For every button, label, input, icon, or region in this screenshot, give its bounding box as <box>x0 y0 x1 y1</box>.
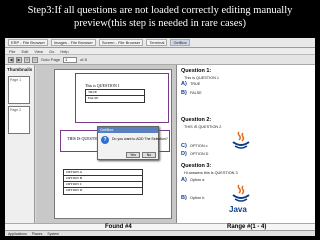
menu-edit[interactable]: Edit <box>21 48 28 54</box>
question-2-heading: Question 2: <box>181 117 212 123</box>
java-logo-icon <box>232 131 250 149</box>
confirm-dialog: GetBox ? Do you want to ADD The Selectio… <box>97 126 168 160</box>
screenshot: ERP - File Browser Images - File Browser… <box>5 38 315 236</box>
option-letter: D) <box>181 151 187 157</box>
question-icon: ? <box>101 136 109 144</box>
option-letter: B) <box>181 90 187 96</box>
task-getbox[interactable]: GetBox <box>170 39 190 46</box>
task-file-browser-erp[interactable]: ERP - File Browser <box>8 39 48 46</box>
option-text: OPTION c <box>190 144 208 148</box>
slide-title: Step3:If all questions are not loaded co… <box>27 5 293 29</box>
thumbnail-page-2[interactable]: Page 2 <box>8 106 30 134</box>
back-icon[interactable]: ◀ <box>8 56 14 63</box>
menu-view[interactable]: View <box>34 48 43 54</box>
task-file-browser-screen[interactable]: Screen - File Browser <box>98 39 144 46</box>
top-taskbar: ERP - File Browser Images - File Browser… <box>5 38 315 48</box>
status-bar: Found #4 Range #(1 - 4) <box>5 223 315 230</box>
option-letter: A) <box>181 81 187 87</box>
thumbnail-label: Page 2 <box>10 108 22 112</box>
option-letter: B) <box>181 195 187 201</box>
zoom-out-icon[interactable]: − <box>32 56 38 63</box>
bottom-taskbar: Applications Places System <box>5 230 315 236</box>
question-3-heading: Question 3: <box>181 163 212 169</box>
menu-file[interactable]: File <box>9 48 15 54</box>
option-text: Option b <box>190 196 205 200</box>
task-file-browser-images[interactable]: Images - File Browser <box>50 39 96 46</box>
doc-table-q1: TRUE FALSE <box>85 89 145 103</box>
places-menu[interactable]: Places <box>32 232 43 236</box>
goto-page-label: Goto Page <box>41 57 61 62</box>
question-3-text: Hi answers this is QUESTION 3 <box>184 171 238 175</box>
menu-help[interactable]: Help <box>60 48 68 54</box>
system-menu[interactable]: System <box>47 232 59 236</box>
page-input[interactable]: 1 <box>63 56 78 63</box>
doc-row: FALSE <box>88 96 99 100</box>
dialog-yes-button[interactable]: Yes <box>126 152 140 158</box>
doc-row: OPTION D <box>66 188 83 192</box>
preview-panel: Question 1: This is QUESTION 1 A) TRUE B… <box>176 65 315 223</box>
question-2-text: THIS IS QUESTION 2 <box>184 125 222 129</box>
doc-table-q3: OPTION A OPTION B OPTION C OPTION D <box>63 169 143 195</box>
doc-question-1: This is QUESTION 1 <box>85 83 120 88</box>
option-letter: A) <box>181 177 187 183</box>
sidebar-title: Thumbnails <box>7 67 33 72</box>
task-terminal[interactable]: Terminal <box>146 39 168 46</box>
dialog-no-button[interactable]: No <box>142 152 156 158</box>
dialog-message: Do you want to ADD The Selection? <box>112 137 168 141</box>
applications-menu[interactable]: Applications <box>8 232 27 236</box>
option-text: OPTION D <box>190 152 209 156</box>
option-text: FALSE <box>190 91 202 95</box>
thumbnail-sidebar: Thumbnails Page 1 Page 2 <box>5 65 35 223</box>
option-letter: C) <box>181 143 187 149</box>
java-logo-icon <box>232 184 250 202</box>
option-text: TRUE <box>190 82 201 86</box>
java-label: Java <box>229 205 247 214</box>
thumbnail-label: Page 1 <box>10 78 22 82</box>
forward-icon[interactable]: ▶ <box>16 56 22 63</box>
toolbar: ◀ ▶ + − Goto Page 1 of 8 <box>5 55 315 65</box>
question-1-text: This is QUESTION 1 <box>184 76 220 80</box>
menubar: File Edit View Go Help <box>5 48 315 55</box>
zoom-in-icon[interactable]: + <box>24 56 30 63</box>
page-count-label: of 8 <box>80 57 87 62</box>
dialog-title: GetBox <box>98 127 158 133</box>
menu-go[interactable]: Go <box>49 48 54 54</box>
option-text: Option a <box>190 178 205 182</box>
thumbnail-page-1[interactable]: Page 1 <box>8 76 30 104</box>
question-1-heading: Question 1: <box>181 68 212 74</box>
